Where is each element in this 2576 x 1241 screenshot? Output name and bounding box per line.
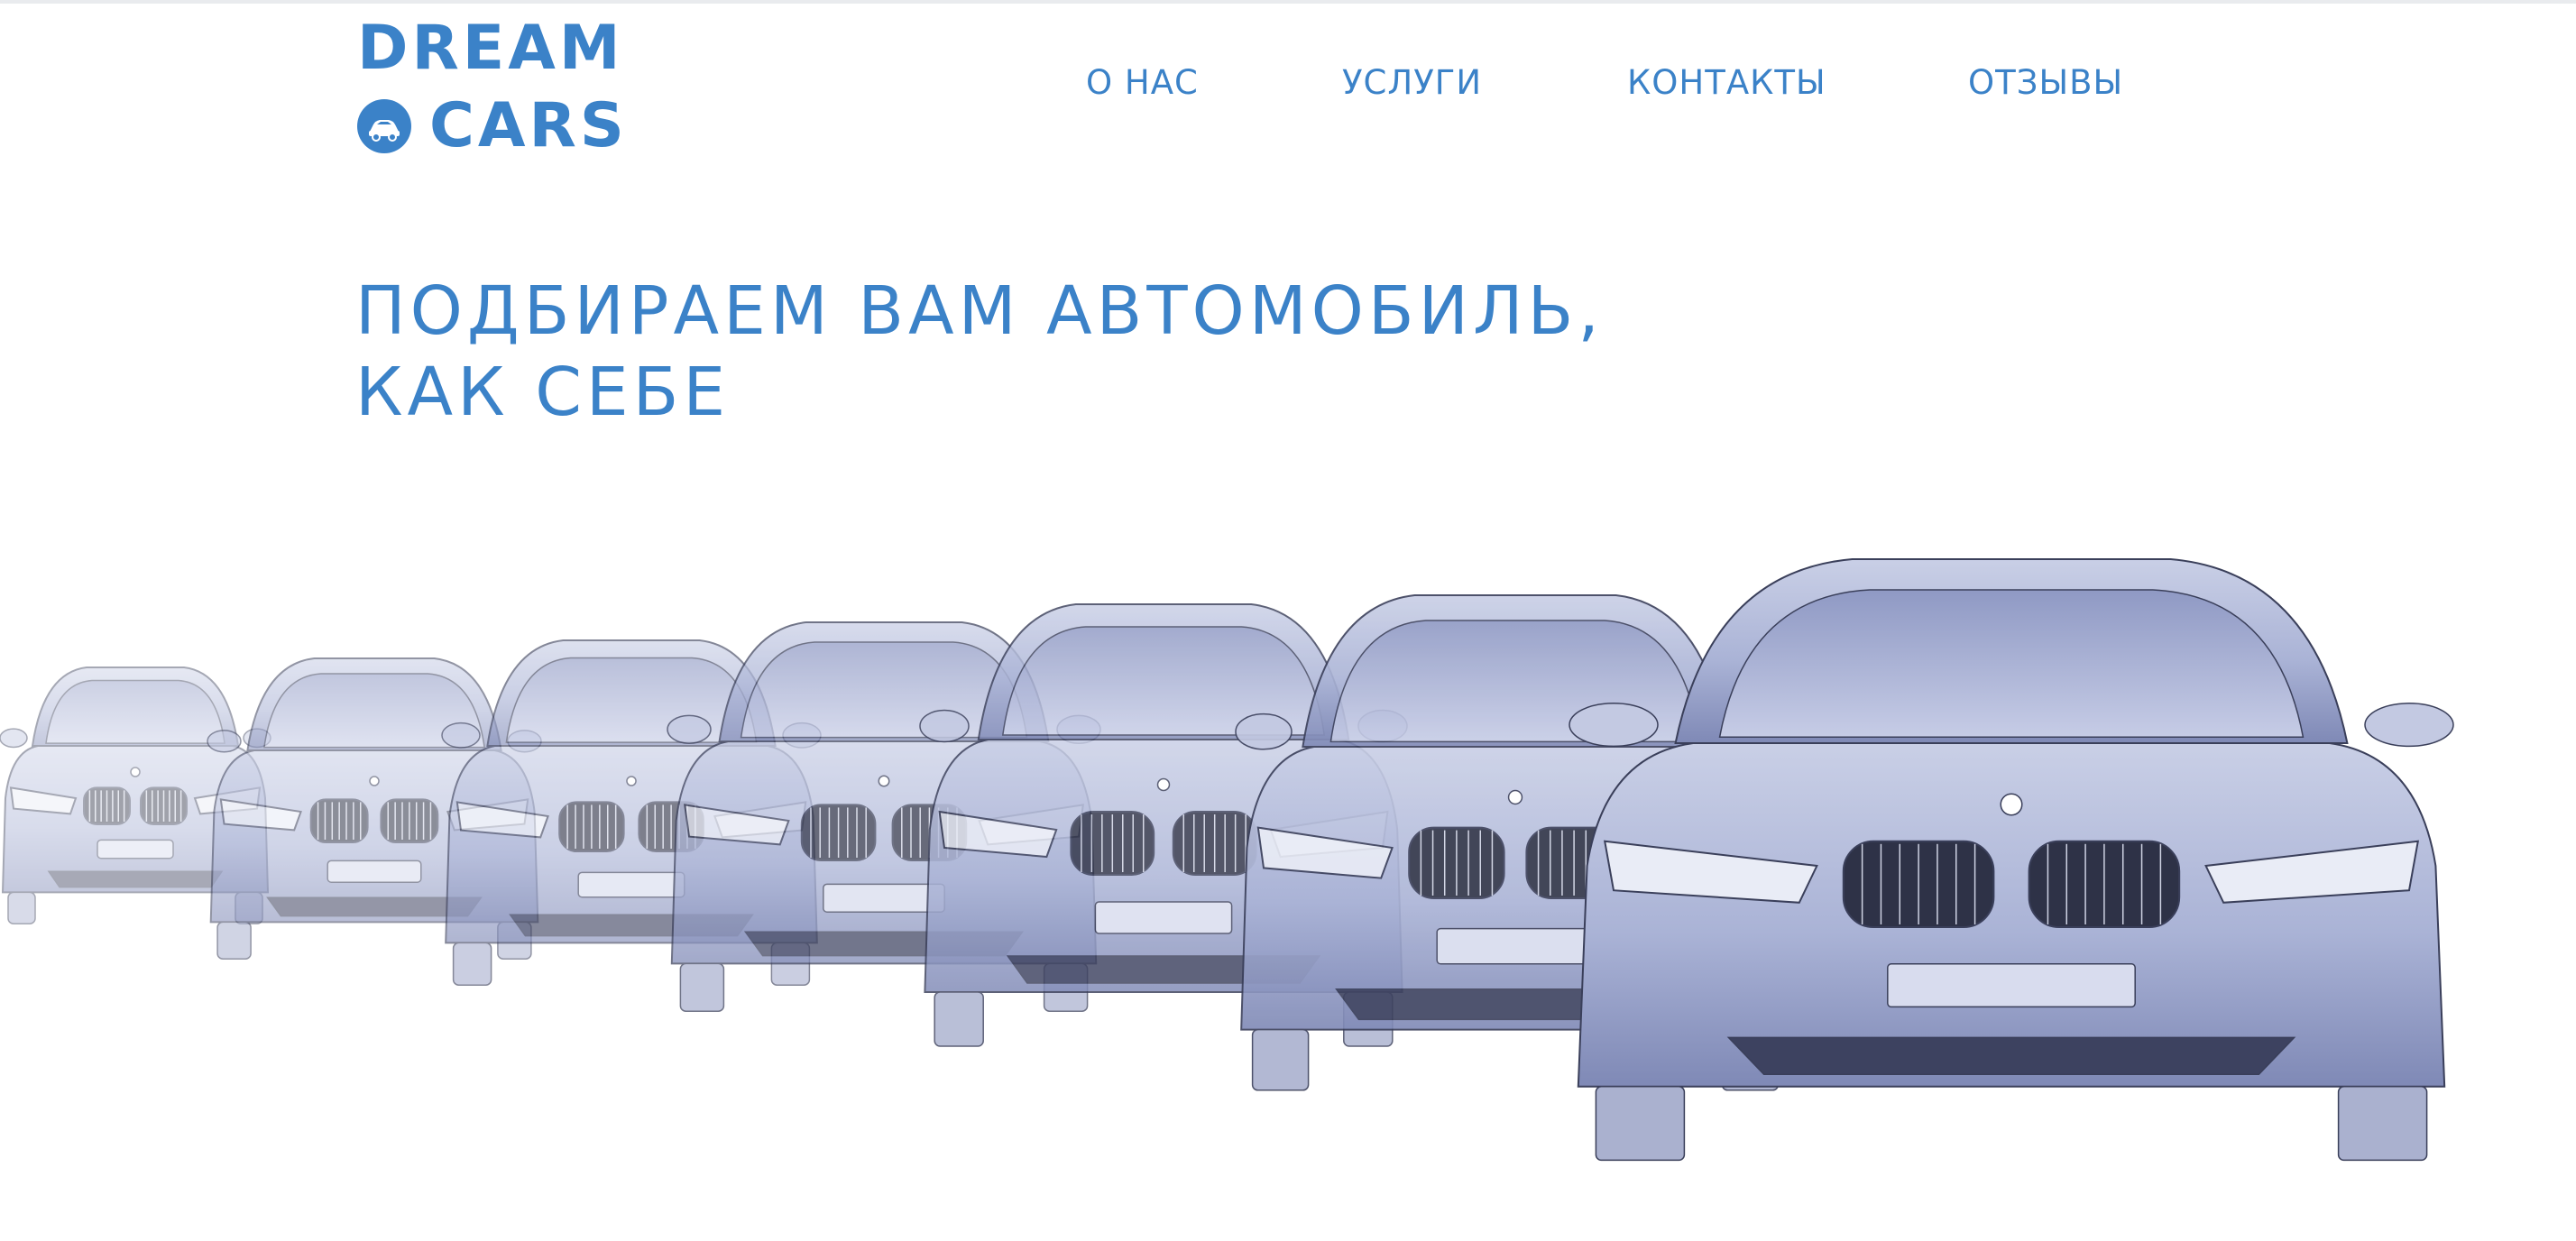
- hero-headline: ПОДБИРАЕМ ВАМ АВТОМОБИЛЬ, КАК СЕБЕ: [355, 271, 1889, 433]
- nav-link-contacts[interactable]: КОНТАКТЫ: [1627, 58, 1826, 108]
- top-border: [0, 0, 2576, 4]
- nav-link-services[interactable]: УСЛУГИ: [1342, 58, 1482, 108]
- main-nav: О НАС УСЛУГИ КОНТАКТЫ ОТЗЫВЫ: [0, 58, 2576, 108]
- car-sketches-image: [0, 558, 2454, 1162]
- hero-illustration: [0, 505, 2576, 1227]
- hero-headline-line2: КАК СЕБЕ: [355, 354, 731, 431]
- car-sketch: [1569, 558, 2454, 1162]
- nav-link-about[interactable]: О НАС: [1086, 58, 1199, 108]
- hero-headline-line1: ПОДБИРАЕМ ВАМ АВТОМОБИЛЬ,: [355, 272, 1604, 350]
- nav-link-reviews[interactable]: ОТЗЫВЫ: [1968, 58, 2123, 108]
